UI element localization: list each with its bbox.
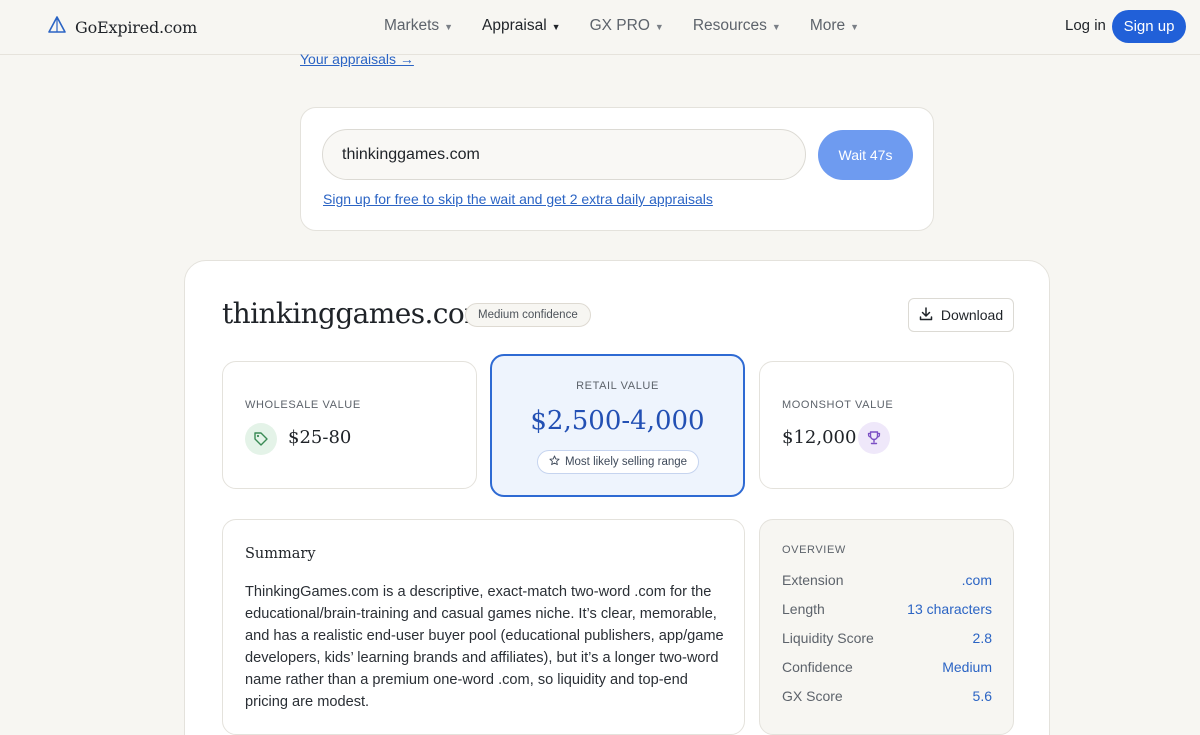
overview-key: GX Score [782,688,843,704]
overview-row-confidence: Confidence Medium [782,659,992,675]
overview-card: OVERVIEW Extension .com Length 13 charac… [759,519,1014,735]
nav-item-label: GX PRO [589,17,650,34]
overview-value: 5.6 [972,688,992,704]
download-icon [919,306,933,324]
nav-item-label: Markets [384,17,440,34]
summary-text: ThinkingGames.com is a descriptive, exac… [245,584,724,710]
overview-key: Liquidity Score [782,630,874,646]
nav-item-more[interactable]: More ▼ [810,17,859,35]
overview-row-extension: Extension .com [782,572,992,588]
retail-label: RETAIL VALUE [576,380,659,392]
login-link[interactable]: Log in [1065,17,1106,34]
moonshot-amount: $12,000 [782,427,857,448]
your-appraisals-link[interactable]: Your appraisals → [300,51,414,67]
chevron-down-icon: ▼ [850,21,860,32]
overview-title: OVERVIEW [782,544,846,556]
brand-logo[interactable]: GoExpired.com [47,15,197,40]
domain-search-input[interactable]: thinkinggames.com [322,129,806,180]
wholesale-value-card: WHOLESALE VALUE $25-80 [222,361,477,489]
nav-item-label: Resources [692,17,767,34]
overview-row-liquidity: Liquidity Score 2.8 [782,630,992,646]
appraisal-result-card: thinkinggames.com Medium confidence Down… [184,260,1050,735]
chevron-down-icon: ▼ [654,21,664,32]
appraisal-search-card: thinkinggames.com Wait 47s Sign up for f… [300,107,934,231]
overview-row-length: Length 13 characters [782,601,992,617]
confidence-badge: Medium confidence [465,303,591,327]
moonshot-label: MOONSHOT VALUE [782,399,894,411]
retail-amount: $2,500-4,000 [530,406,705,436]
summary-card: Summary ThinkingGames.com is a descripti… [222,519,745,735]
nav-item-markets[interactable]: Markets ▼ [384,17,453,35]
retail-value-card: RETAIL VALUE $2,500-4,000 Most likely se… [490,354,745,497]
brand-name: GoExpired.com [75,18,198,37]
triangle-logo-icon [47,15,67,40]
trophy-icon [858,422,890,454]
overview-value: 13 characters [907,601,992,617]
skip-wait-link[interactable]: Sign up for free to skip the wait and ge… [323,191,713,207]
nav-item-label: Appraisal [482,17,547,34]
overview-key: Extension [782,572,844,588]
download-label: Download [940,307,1004,323]
signup-button[interactable]: Sign up [1112,10,1186,43]
nav-item-label: More [809,17,846,34]
nav-menu: Markets ▼ Appraisal ▼ GX PRO ▼ Resources… [384,17,888,35]
wholesale-amount: $25-80 [288,427,352,448]
overview-key: Confidence [782,659,853,675]
wait-button[interactable]: Wait 47s [818,130,913,180]
chevron-down-icon: ▼ [771,21,781,32]
moonshot-value-card: MOONSHOT VALUE $12,000 [759,361,1014,489]
nav-item-appraisal[interactable]: Appraisal ▼ [482,17,561,35]
top-navbar: GoExpired.com Markets ▼ Appraisal ▼ GX P… [0,0,1200,55]
download-button[interactable]: Download [908,298,1014,332]
wholesale-label: WHOLESALE VALUE [245,399,361,411]
overview-row-gx-score: GX Score 5.6 [782,688,992,704]
likely-range-badge: Most likely selling range [537,450,699,474]
overview-value: 2.8 [972,630,992,646]
nav-item-gx-pro[interactable]: GX PRO ▼ [590,17,664,35]
chevron-down-icon: ▼ [444,21,454,32]
nav-item-resources[interactable]: Resources ▼ [693,17,781,35]
likely-range-label: Most likely selling range [564,456,688,468]
chevron-down-icon: ▼ [551,21,561,32]
overview-value: Medium [942,659,992,675]
star-icon [549,455,560,469]
summary-title: Summary [245,546,316,562]
overview-key: Length [782,601,825,617]
tag-icon [245,423,277,455]
overview-value: .com [961,572,992,588]
domain-title: thinkinggames.com [222,297,491,330]
